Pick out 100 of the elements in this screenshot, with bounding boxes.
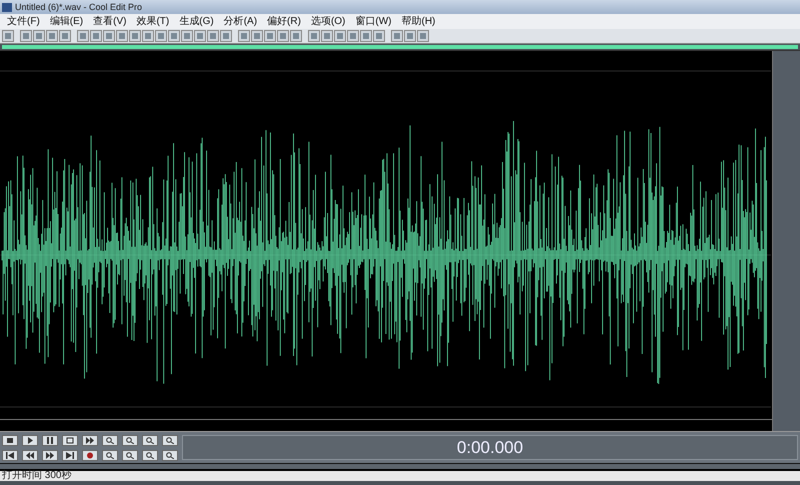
square-icon — [350, 33, 356, 39]
toolbar-button[interactable] — [155, 30, 167, 42]
magnifier-icon — [146, 452, 154, 459]
square-icon — [80, 33, 86, 39]
toolbar-button[interactable] — [90, 30, 102, 42]
skip-back-icon — [6, 452, 14, 459]
toolbar-button[interactable] — [103, 30, 115, 42]
play-to-end-icon — [86, 437, 94, 444]
square-icon — [171, 33, 177, 39]
square-icon — [210, 33, 216, 39]
toolbar-button[interactable] — [373, 30, 385, 42]
stop-icon — [6, 437, 14, 444]
toolbar-button[interactable] — [46, 30, 58, 42]
magnifier-icon — [166, 452, 174, 459]
square-icon — [363, 33, 369, 39]
toolbar-button[interactable] — [417, 30, 429, 42]
transport-button[interactable] — [122, 450, 138, 461]
toolbar-button[interactable] — [194, 30, 206, 42]
square-icon — [407, 33, 413, 39]
square-icon — [132, 33, 138, 39]
toolbar-button[interactable] — [59, 30, 71, 42]
menu-item[interactable]: 生成(G) — [174, 14, 219, 29]
toolbar-button[interactable] — [168, 30, 180, 42]
square-icon — [5, 33, 11, 39]
transport-button[interactable] — [142, 435, 158, 446]
transport-button[interactable] — [82, 450, 98, 461]
menu-item[interactable]: 选项(O) — [306, 14, 350, 29]
transport-button[interactable] — [122, 435, 138, 446]
toolbar-button[interactable] — [207, 30, 219, 42]
toolbar-button[interactable] — [142, 30, 154, 42]
toolbar-button[interactable] — [308, 30, 320, 42]
toolbar-button[interactable] — [33, 30, 45, 42]
toolbar-button[interactable] — [334, 30, 346, 42]
loop-icon — [66, 437, 74, 444]
square-icon — [394, 33, 400, 39]
status-text: 打开时间 300秒 — [2, 470, 72, 481]
square-icon — [197, 33, 203, 39]
magnifier-icon — [126, 437, 134, 444]
toolbar-button[interactable] — [391, 30, 403, 42]
fast-forward-icon — [46, 452, 54, 459]
menu-item[interactable]: 帮助(H) — [396, 14, 440, 29]
square-icon — [36, 33, 42, 39]
transport-button[interactable] — [2, 435, 18, 446]
toolbar-button[interactable] — [129, 30, 141, 42]
magnifier-icon — [126, 452, 134, 459]
square-icon — [376, 33, 382, 39]
toolbar-button[interactable] — [20, 30, 32, 42]
square-icon — [241, 33, 247, 39]
square-icon — [23, 33, 29, 39]
square-icon — [293, 33, 299, 39]
toolbar-button[interactable] — [77, 30, 89, 42]
toolbar-button[interactable] — [251, 30, 263, 42]
time-display: 0:00.000 — [182, 435, 798, 460]
square-icon — [106, 33, 112, 39]
toolbar-button[interactable] — [347, 30, 359, 42]
menu-item[interactable]: 查看(V) — [88, 14, 132, 29]
transport-button[interactable] — [62, 435, 78, 446]
square-icon — [311, 33, 317, 39]
menu-item[interactable]: 窗口(W) — [350, 14, 396, 29]
menu-item[interactable]: 分析(A) — [218, 14, 262, 29]
square-icon — [119, 33, 125, 39]
square-icon — [337, 33, 343, 39]
menu-item[interactable]: 编辑(E) — [44, 14, 88, 29]
play-icon — [26, 437, 34, 444]
menu-item[interactable]: 效果(T) — [131, 14, 174, 29]
toolbar-button[interactable] — [220, 30, 232, 42]
menu-item[interactable]: 文件(F) — [2, 14, 45, 29]
transport-button[interactable] — [162, 450, 178, 461]
toolbar-button[interactable] — [404, 30, 416, 42]
transport-button[interactable] — [102, 435, 118, 446]
toolbar-button[interactable] — [2, 30, 14, 42]
transport-button[interactable] — [42, 435, 58, 446]
toolbar-button[interactable] — [290, 30, 302, 42]
square-icon — [62, 33, 68, 39]
record-icon — [86, 452, 94, 459]
transport-button[interactable] — [62, 450, 78, 461]
magnifier-icon — [106, 437, 114, 444]
transport-button[interactable] — [22, 435, 38, 446]
toolbar-button[interactable] — [181, 30, 193, 42]
toolbar-button[interactable] — [238, 30, 250, 42]
transport-button[interactable] — [42, 450, 58, 461]
toolbar-button[interactable] — [264, 30, 276, 42]
window-title: Untitled (6)*.wav - Cool Edit Pro — [15, 1, 142, 14]
square-icon — [49, 33, 55, 39]
toolbar-button[interactable] — [116, 30, 128, 42]
menu-item[interactable]: 偏好(R) — [262, 14, 306, 29]
transport-button[interactable] — [22, 450, 38, 461]
skip-forward-icon — [66, 452, 74, 459]
transport-button[interactable] — [142, 450, 158, 461]
toolbar-button[interactable] — [321, 30, 333, 42]
pause-icon — [46, 437, 54, 444]
toolbar-button[interactable] — [277, 30, 289, 42]
square-icon — [93, 33, 99, 39]
transport-button[interactable] — [2, 450, 18, 461]
transport-button[interactable] — [102, 450, 118, 461]
toolbar-button[interactable] — [360, 30, 372, 42]
transport-button[interactable] — [82, 435, 98, 446]
square-icon — [267, 33, 273, 39]
rewind-icon — [26, 452, 34, 459]
transport-button[interactable] — [162, 435, 178, 446]
